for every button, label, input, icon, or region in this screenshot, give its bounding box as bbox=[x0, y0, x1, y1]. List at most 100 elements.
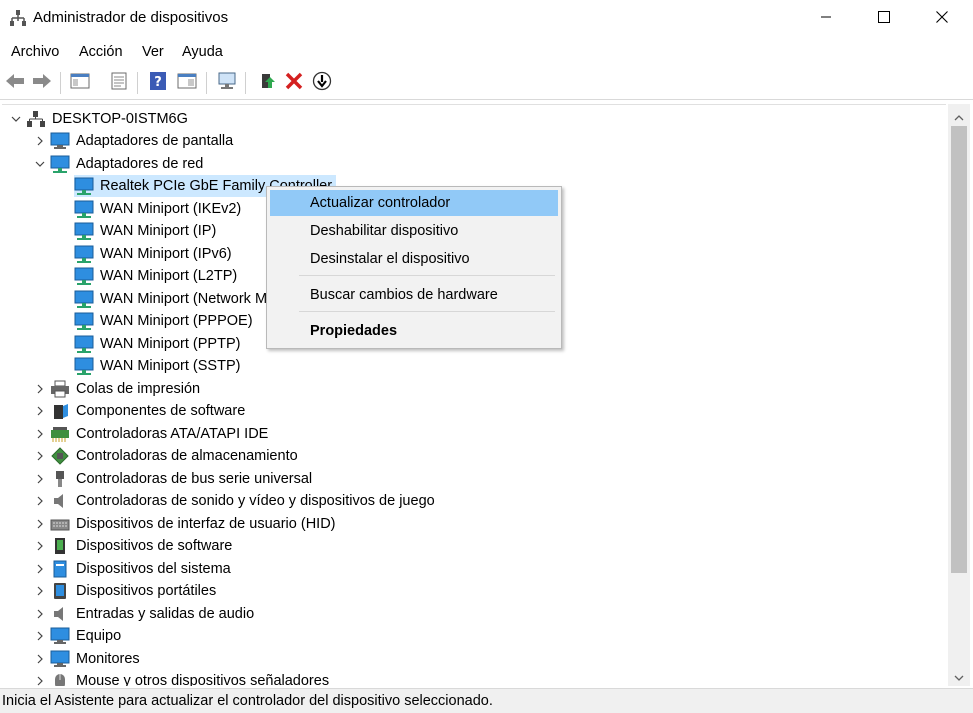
network-adapter-icon bbox=[74, 267, 94, 285]
tree-category-computer[interactable]: Equipo bbox=[37, 625, 122, 647]
tree-category-mice[interactable]: Mouse y otros dispositivos señaladores bbox=[37, 670, 330, 686]
tree-category-label: Equipo bbox=[76, 628, 122, 644]
toolbar-separator bbox=[60, 72, 61, 94]
printer-icon bbox=[50, 380, 70, 398]
tree-device[interactable]: WAN Miniport (PPPOE) bbox=[74, 310, 253, 332]
tree-category-software-devices[interactable]: Dispositivos de software bbox=[37, 535, 232, 557]
chevron-right-icon[interactable] bbox=[34, 585, 46, 597]
toolbar-separator bbox=[206, 72, 207, 94]
tree-device[interactable]: WAN Miniport (IP) bbox=[74, 220, 216, 242]
scan-hardware-button[interactable] bbox=[215, 71, 239, 95]
chevron-down-icon[interactable] bbox=[34, 158, 46, 170]
toolbar: ? bbox=[0, 66, 973, 100]
action-pane-button[interactable] bbox=[175, 71, 199, 95]
speaker-icon bbox=[50, 605, 70, 623]
chevron-right-icon[interactable] bbox=[34, 563, 46, 575]
tree-category-sound-video[interactable]: Controladoras de sonido y vídeo y dispos… bbox=[37, 490, 435, 512]
tree-device-label: WAN Miniport (PPPOE) bbox=[100, 313, 253, 329]
update-driver-menu-item[interactable]: Actualizar controlador bbox=[270, 190, 558, 216]
chevron-right-icon[interactable] bbox=[34, 608, 46, 620]
update-driver-button[interactable] bbox=[254, 71, 278, 95]
scrollbar-thumb[interactable] bbox=[951, 126, 967, 573]
properties-button[interactable] bbox=[107, 71, 131, 95]
chevron-right-icon[interactable] bbox=[34, 653, 46, 665]
chevron-right-icon[interactable] bbox=[34, 135, 46, 147]
tree-category-label: Controladoras ATA/ATAPI IDE bbox=[76, 426, 269, 442]
network-adapter-icon bbox=[74, 177, 94, 195]
tree-device[interactable]: WAN Miniport (L2TP) bbox=[74, 265, 237, 287]
forward-button[interactable] bbox=[30, 71, 54, 95]
monitor-icon bbox=[50, 650, 70, 668]
tree-category-audio-io[interactable]: Entradas y salidas de audio bbox=[37, 603, 254, 625]
network-adapter-icon bbox=[74, 290, 94, 308]
vertical-scrollbar[interactable] bbox=[948, 104, 970, 686]
minimize-icon bbox=[820, 11, 832, 27]
chevron-right-icon[interactable] bbox=[34, 405, 46, 417]
tree-category-usb-controllers[interactable]: Controladoras de bus serie universal bbox=[37, 468, 312, 490]
tree-category-portable-devices[interactable]: Dispositivos portátiles bbox=[37, 580, 217, 602]
tree-category-label: Dispositivos portátiles bbox=[76, 583, 217, 599]
status-bar: Inicia el Asistente para actualizar el c… bbox=[0, 688, 973, 713]
tree-category-monitors[interactable]: Monitores bbox=[37, 648, 140, 670]
scroll-up-icon[interactable] bbox=[954, 110, 964, 126]
chevron-right-icon[interactable] bbox=[34, 428, 46, 440]
uninstall-device-menu-item[interactable]: Desinstalar el dispositivo bbox=[270, 246, 558, 272]
toolbar-separator bbox=[245, 72, 246, 94]
tree-category-system-devices[interactable]: Dispositivos del sistema bbox=[37, 558, 231, 580]
tree-category-label: Dispositivos de interfaz de usuario (HID… bbox=[76, 516, 336, 532]
show-hide-tree-button[interactable] bbox=[68, 71, 92, 95]
tree-device[interactable]: WAN Miniport (IKEv2) bbox=[74, 198, 241, 220]
context-menu: Actualizar controlador Deshabilitar disp… bbox=[266, 186, 562, 349]
menu-ayuda[interactable]: Ayuda bbox=[182, 44, 223, 60]
menu-accion[interactable]: Acción bbox=[79, 44, 123, 60]
disable-device-menu-item[interactable]: Deshabilitar dispositivo bbox=[270, 218, 558, 244]
scan-hardware-menu-item[interactable]: Buscar cambios de hardware bbox=[270, 282, 558, 308]
tree-category-ata-controllers[interactable]: Controladoras ATA/ATAPI IDE bbox=[37, 423, 269, 445]
maximize-button[interactable] bbox=[855, 0, 913, 38]
tree-category-software-components[interactable]: Componentes de software bbox=[37, 400, 246, 422]
tree-category-network[interactable]: Adaptadores de red bbox=[35, 153, 204, 175]
tree-device[interactable]: WAN Miniport (SSTP) bbox=[74, 355, 240, 377]
tree-category-print-queues[interactable]: Colas de impresión bbox=[37, 378, 200, 400]
chevron-right-icon[interactable] bbox=[34, 630, 46, 642]
menu-separator bbox=[299, 275, 555, 276]
disable-device-icon bbox=[312, 71, 332, 95]
tree-category-display[interactable]: Adaptadores de pantalla bbox=[37, 130, 233, 152]
status-text: Inicia el Asistente para actualizar el c… bbox=[2, 693, 493, 709]
minimize-button[interactable] bbox=[797, 0, 855, 38]
disable-device-button[interactable] bbox=[310, 71, 334, 95]
tree-root[interactable]: DESKTOP-0ISTM6G bbox=[11, 108, 188, 130]
portable-device-icon bbox=[50, 582, 70, 600]
chevron-down-icon[interactable] bbox=[10, 113, 22, 125]
chevron-right-icon[interactable] bbox=[34, 450, 46, 462]
properties-icon bbox=[109, 72, 129, 94]
speaker-icon bbox=[50, 492, 70, 510]
back-button[interactable] bbox=[3, 71, 27, 95]
scroll-down-icon[interactable] bbox=[954, 670, 964, 686]
chevron-right-icon[interactable] bbox=[34, 675, 46, 686]
network-adapter-icon bbox=[74, 357, 94, 375]
chevron-right-icon[interactable] bbox=[34, 518, 46, 530]
tree-device[interactable]: WAN Miniport (PPTP) bbox=[74, 333, 240, 355]
properties-menu-item[interactable]: Propiedades bbox=[270, 318, 558, 344]
chevron-right-icon[interactable] bbox=[34, 540, 46, 552]
chevron-right-icon[interactable] bbox=[34, 383, 46, 395]
menu-archivo[interactable]: Archivo bbox=[11, 44, 59, 60]
tree-category-label: Mouse y otros dispositivos señaladores bbox=[76, 673, 330, 686]
system-device-icon bbox=[50, 560, 70, 578]
tree-category-label: Componentes de software bbox=[76, 403, 246, 419]
chevron-right-icon[interactable] bbox=[34, 473, 46, 485]
tree-device[interactable]: WAN Miniport (IPv6) bbox=[74, 243, 232, 265]
tree-category-hid[interactable]: Dispositivos de interfaz de usuario (HID… bbox=[37, 513, 336, 535]
tree-device-label: WAN Miniport (SSTP) bbox=[100, 358, 241, 374]
chevron-right-icon[interactable] bbox=[34, 495, 46, 507]
help-button[interactable]: ? bbox=[146, 71, 170, 95]
scan-hardware-icon bbox=[216, 72, 238, 94]
close-button[interactable] bbox=[913, 0, 971, 38]
menu-ver[interactable]: Ver bbox=[142, 44, 164, 60]
uninstall-button[interactable] bbox=[282, 71, 306, 95]
tree-category-storage-controllers[interactable]: Controladoras de almacenamiento bbox=[37, 445, 298, 467]
computer-network-icon bbox=[26, 110, 46, 128]
tree-category-label: Adaptadores de red bbox=[76, 156, 204, 172]
tree-device-label: WAN Miniport (L2TP) bbox=[100, 268, 238, 284]
